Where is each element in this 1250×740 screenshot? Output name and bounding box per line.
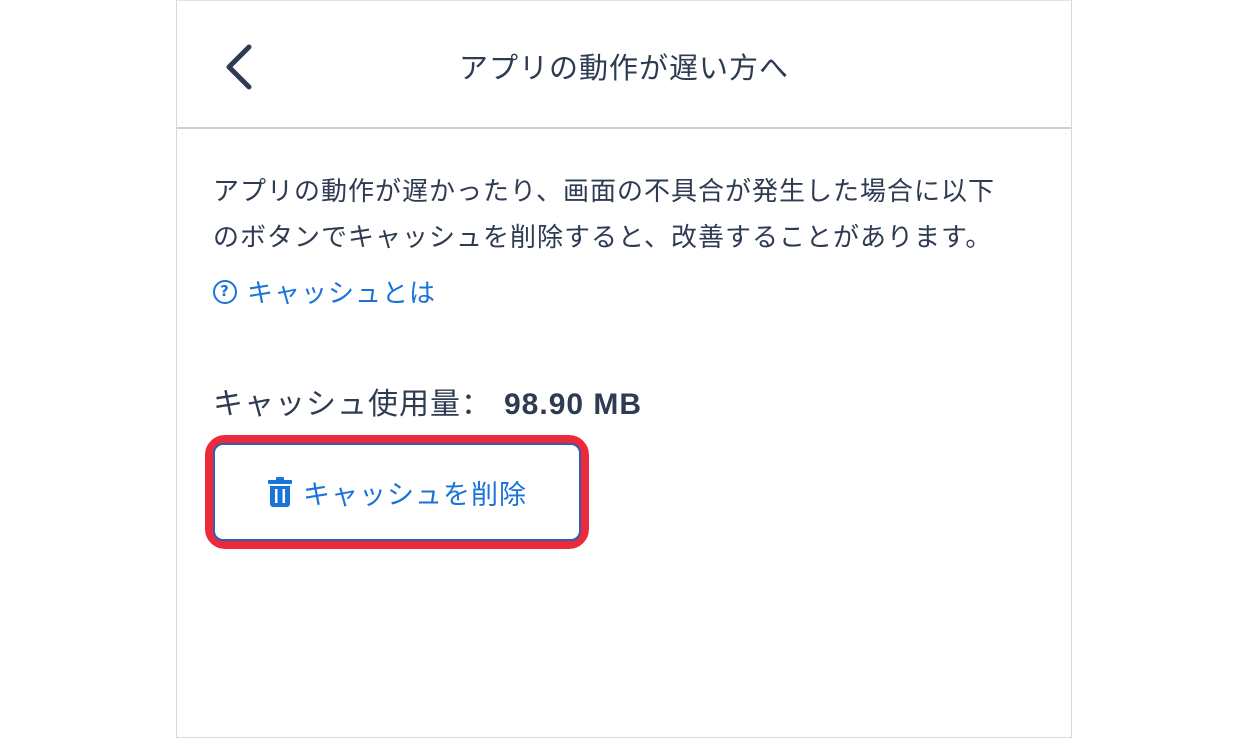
description-line-2: のボタンでキャッシュを削除すると、改善することがあります。	[213, 223, 993, 253]
cache-usage: キャッシュ使用量： 98.90 MB	[213, 379, 642, 423]
help-link-label: キャッシュとは	[247, 279, 437, 309]
trash-icon	[267, 476, 293, 508]
page-title: アプリの動作が遅い方へ	[458, 51, 789, 85]
description-text: アプリの動作が遅かったり、画面の不具合が発生した場合に以下 のボタンでキャッシュ…	[213, 169, 1043, 261]
settings-panel: アプリの動作が遅い方へ アプリの動作が遅かったり、画面の不具合が発生した場合に以…	[176, 0, 1072, 738]
header-bar: アプリの動作が遅い方へ	[177, 1, 1071, 129]
question-circle-icon: ?	[213, 279, 237, 304]
delete-cache-button[interactable]: キャッシュを削除	[213, 443, 581, 541]
what-is-cache-link[interactable]: ? キャッシュとは	[213, 273, 436, 310]
cache-usage-label: キャッシュ使用量：	[213, 387, 492, 422]
description-line-1: アプリの動作が遅かったり、画面の不具合が発生した場合に以下	[213, 177, 995, 207]
cache-usage-value: 98.90 MB	[504, 388, 643, 421]
delete-cache-button-label: キャッシュを削除	[303, 479, 527, 511]
